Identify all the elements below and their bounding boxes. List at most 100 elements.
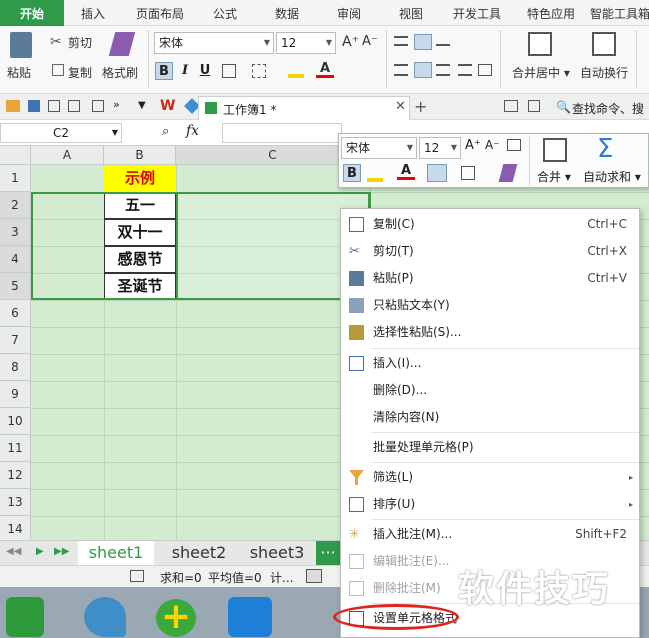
underline-button[interactable]: U xyxy=(196,62,214,80)
mini-autosum-button[interactable]: 自动求和 ▾ xyxy=(583,168,641,185)
column-header-a[interactable]: A xyxy=(31,146,104,165)
row-header-8[interactable]: 8 xyxy=(0,354,31,381)
dropdown-icon[interactable]: ▼ xyxy=(138,100,146,111)
grow-font-button[interactable]: A⁺ xyxy=(342,34,359,50)
row-header-6[interactable]: 6 xyxy=(0,300,31,327)
distributed-icon[interactable] xyxy=(478,64,492,76)
new-tab-icon[interactable]: + xyxy=(414,97,427,116)
tab-developer[interactable]: 开发工具 xyxy=(446,0,508,26)
mini-format-painter-icon[interactable] xyxy=(498,164,518,182)
wrap-text-button[interactable]: 自动换行 xyxy=(580,64,628,81)
copy-button[interactable]: 复制 xyxy=(68,64,92,81)
align-center-icon[interactable] xyxy=(414,62,432,78)
row-header-12[interactable]: 12 xyxy=(0,462,31,489)
align-bottom-icon[interactable] xyxy=(436,36,450,46)
column-header-b[interactable]: B xyxy=(104,146,176,165)
last-sheet-icon[interactable]: ▶▶ xyxy=(54,546,69,557)
mini-grow-font-icon[interactable]: A⁺ xyxy=(465,138,481,153)
zoom-icon[interactable]: ⌕ xyxy=(162,124,169,139)
open-folder-icon[interactable] xyxy=(6,100,20,112)
row-header-13[interactable]: 13 xyxy=(0,489,31,516)
font-size-select[interactable]: 12 ▼ xyxy=(276,32,336,54)
save-icon[interactable] xyxy=(28,100,40,112)
row-header-10[interactable]: 10 xyxy=(0,408,31,435)
cell-b2[interactable]: 五一 xyxy=(104,192,176,219)
cell-fill-pattern-icon[interactable] xyxy=(252,64,266,78)
tab-special[interactable]: 特色应用 xyxy=(520,0,582,26)
more-sheets-button[interactable]: ··· xyxy=(316,541,340,565)
command-search-input[interactable]: 查找命令、搜 xyxy=(572,100,644,117)
menu-item-filter[interactable]: 筛选(L) ▸ xyxy=(341,464,639,491)
plus-app-icon[interactable]: + xyxy=(156,599,196,637)
close-tab-icon[interactable]: ✕ xyxy=(395,99,406,114)
tab-page-layout[interactable]: 页面布局 xyxy=(128,0,192,26)
mini-merge-button[interactable]: 合并 ▾ xyxy=(537,168,571,185)
print-preview-icon[interactable] xyxy=(68,100,80,112)
row-header-3[interactable]: 3 xyxy=(0,219,31,246)
print-icon[interactable] xyxy=(48,100,60,112)
mini-font-select[interactable]: 宋体 ▼ xyxy=(341,137,417,159)
wps-logo-icon[interactable]: W xyxy=(160,98,175,114)
font-name-select[interactable]: 宋体 ▼ xyxy=(154,32,274,54)
tab-review[interactable]: 审阅 xyxy=(326,0,372,26)
row-header-7[interactable]: 7 xyxy=(0,327,31,354)
menu-item-clear[interactable]: 清除内容(N) xyxy=(341,404,639,431)
video-app-icon[interactable] xyxy=(228,597,272,637)
formula-input[interactable] xyxy=(222,123,342,143)
paste-button[interactable]: 粘贴 xyxy=(7,64,31,81)
format-painter-button[interactable]: 格式刷 xyxy=(102,64,138,81)
select-all-corner[interactable] xyxy=(0,146,31,165)
screen-icon[interactable] xyxy=(504,100,518,112)
align-top-icon[interactable] xyxy=(394,36,408,46)
sheet-tab-2[interactable]: sheet2 xyxy=(164,541,234,565)
sheet-tab-1[interactable]: sheet1 xyxy=(78,541,154,565)
undo-icon[interactable] xyxy=(92,100,104,112)
align-right-icon[interactable] xyxy=(436,64,450,76)
row-header-2[interactable]: 2 xyxy=(0,192,31,219)
mini-size-select[interactable]: 12 ▼ xyxy=(419,137,461,159)
shield-app-icon[interactable] xyxy=(6,597,44,637)
mini-fill-color-icon[interactable] xyxy=(367,166,383,182)
sheet-tab-3[interactable]: sheet3 xyxy=(242,541,312,565)
menu-item-insert[interactable]: 插入(I)... xyxy=(341,350,639,377)
mini-borders-icon[interactable] xyxy=(461,166,475,180)
pin-icon[interactable] xyxy=(528,100,540,112)
mini-font-color-button[interactable]: A xyxy=(397,162,415,180)
first-sheet-icon[interactable]: ◀◀ xyxy=(6,546,21,557)
cell-b1[interactable]: 示例 xyxy=(104,165,176,192)
tab-home[interactable]: 开始 xyxy=(0,0,64,26)
normal-view-icon[interactable] xyxy=(306,569,322,583)
merge-center-button[interactable]: 合并居中 ▾ xyxy=(512,64,570,81)
menu-item-sort[interactable]: 排序(U) ▸ xyxy=(341,491,639,518)
borders-icon[interactable] xyxy=(222,64,236,78)
cell-b4[interactable]: 感恩节 xyxy=(104,246,176,273)
cell-b3[interactable]: 双十一 xyxy=(104,219,176,246)
row-header-5[interactable]: 5 xyxy=(0,273,31,300)
menu-item-paste[interactable]: 粘贴(P) Ctrl+V xyxy=(341,265,639,292)
menu-item-cut[interactable]: ✂ 剪切(T) Ctrl+X xyxy=(341,238,639,265)
cell-b5[interactable]: 圣诞节 xyxy=(104,273,176,300)
row-header-14[interactable]: 14 xyxy=(0,516,31,540)
mini-bold-button[interactable]: B xyxy=(343,164,361,182)
row-header-1[interactable]: 1 xyxy=(0,165,31,192)
tab-insert[interactable]: 插入 xyxy=(68,0,118,26)
bold-button[interactable]: B xyxy=(155,62,173,80)
tab-formulas[interactable]: 公式 xyxy=(202,0,248,26)
fx-button[interactable]: fx xyxy=(186,123,199,139)
menu-item-paste-text[interactable]: 只粘贴文本(Y) xyxy=(341,292,639,319)
document-tab[interactable]: 工作簿1 * ✕ xyxy=(198,96,410,120)
menu-item-batch[interactable]: 批量处理单元格(P) xyxy=(341,434,639,461)
fill-color-icon[interactable] xyxy=(288,62,304,78)
justify-icon[interactable] xyxy=(458,64,472,76)
menu-item-insert-comment[interactable]: ✳ 插入批注(M)... Shift+F2 xyxy=(341,521,639,548)
tab-view[interactable]: 视图 xyxy=(388,0,434,26)
tab-data[interactable]: 数据 xyxy=(264,0,310,26)
menu-item-copy[interactable]: 复制(C) Ctrl+C xyxy=(341,211,639,238)
row-header-9[interactable]: 9 xyxy=(0,381,31,408)
bird-app-icon[interactable] xyxy=(84,597,126,637)
tab-smart-tools[interactable]: 智能工具箱 xyxy=(590,0,649,26)
mini-shrink-font-icon[interactable]: A⁻ xyxy=(485,138,500,152)
menu-item-delete[interactable]: 删除(D)... xyxy=(341,377,639,404)
font-color-button[interactable]: A xyxy=(316,60,334,78)
next-sheet-icon[interactable]: ▶ xyxy=(36,546,44,557)
